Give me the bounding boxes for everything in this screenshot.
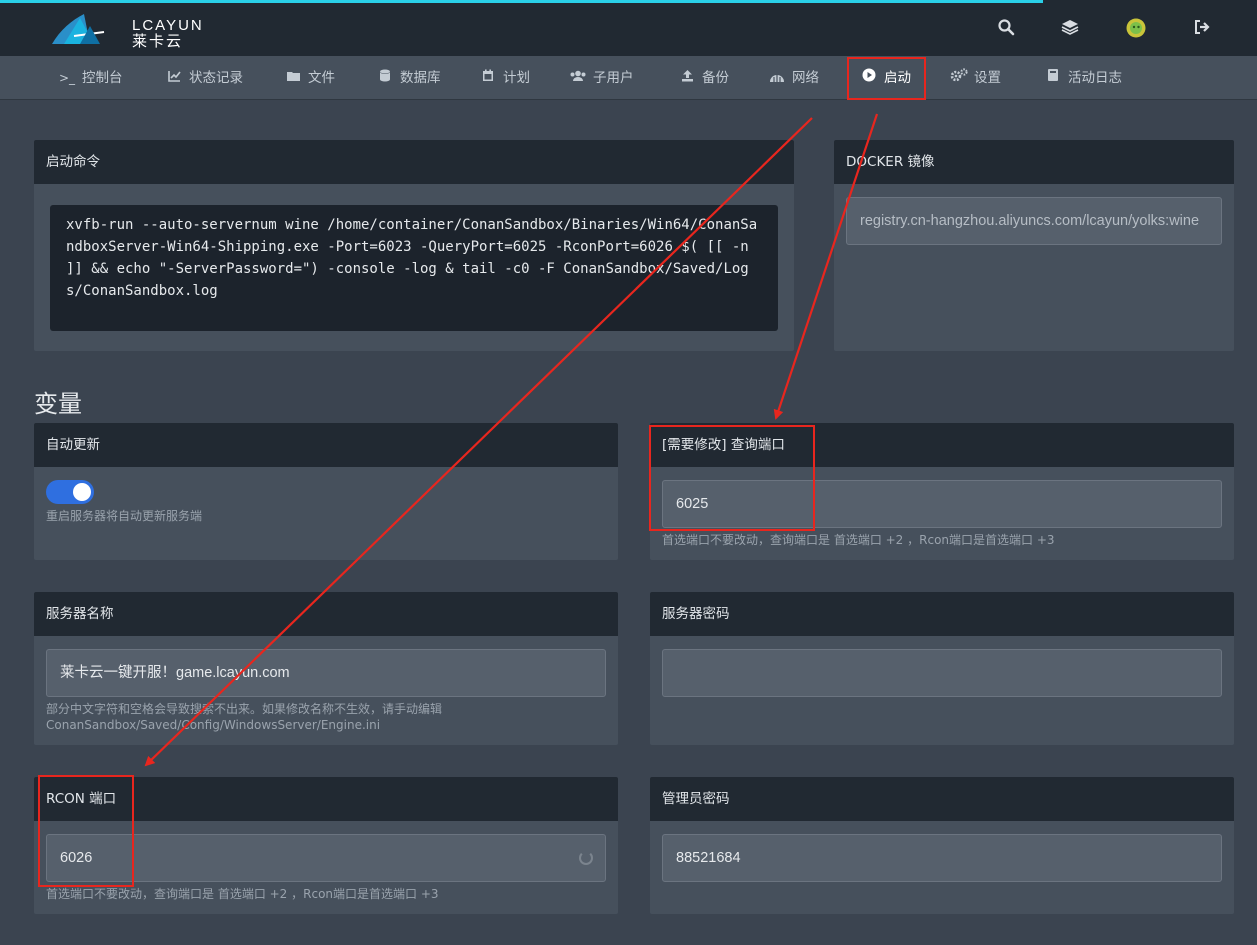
server-nav: >_ 控制台 状态记录 文件 数据库 计划 子用户 备份 网络 启动 设置 活动日… [0,56,1257,100]
highlight-box-rcon-port [38,775,134,887]
logout-icon[interactable] [1192,18,1212,38]
tab-console[interactable]: >_ 控制台 [58,56,123,100]
tab-label: 设置 [974,70,1001,86]
docker-image-select[interactable]: registry.cn-hangzhou.aliyuncs.com/lcayun… [846,197,1222,245]
tab-label: 控制台 [82,70,123,86]
logo-mark-icon [52,14,105,44]
tab-label: 备份 [702,70,729,86]
database-icon [376,56,394,100]
top-bar: LCAYUN 莱卡云 [0,0,1257,56]
card-title: 自动更新 [34,423,618,467]
server-name-description: 部分中文字符和空格会导致搜索不出来。如果修改名称不生效，请手动编辑 ConanS… [46,702,443,732]
avatar[interactable] [1126,18,1146,38]
brand-top: LCAYUN [132,17,204,34]
toggle-knob [73,483,91,501]
tab-label: 网络 [792,70,819,86]
tab-label: 数据库 [400,70,441,86]
highlight-box-query-port [649,425,815,531]
tab-subusers[interactable]: 子用户 [569,56,634,100]
tab-network[interactable]: 网络 [768,56,819,100]
brand-bottom: 莱卡云 [132,33,184,50]
auto-update-card: 自动更新 [34,423,618,560]
tab-schedule[interactable]: 计划 [479,56,530,100]
tab-label: 状态记录 [189,70,243,86]
highlight-box-startup-tab [847,57,926,100]
chart-icon [165,56,183,100]
loading-spinner-icon [579,851,593,865]
folder-icon [284,56,302,100]
tab-database[interactable]: 数据库 [376,56,441,100]
tab-label: 计划 [503,70,530,86]
tab-files[interactable]: 文件 [284,56,335,100]
gears-icon [950,56,968,100]
upload-icon [678,56,696,100]
layers-icon[interactable] [1060,18,1080,38]
variables-title: 变量 [34,390,82,418]
auto-update-toggle[interactable] [46,480,94,504]
docker-image-card: DOCKER 镜像 [834,140,1234,351]
card-title: 管理员密码 [650,777,1234,821]
tab-label: 文件 [308,70,335,86]
card-title: 服务器密码 [650,592,1234,636]
card-title: 启动命令 [34,140,794,184]
auto-update-description: 重启服务器将自动更新服务端 [46,509,203,523]
network-icon [768,56,786,100]
tab-stats[interactable]: 状态记录 [165,56,243,100]
accent-line [0,0,1043,3]
startup-command-text: xvfb-run --auto-servernum wine /home/con… [50,205,778,331]
card-title: DOCKER 镜像 [834,140,1234,184]
admin-password-input[interactable]: 88521684 [662,834,1222,882]
users-icon [569,56,587,100]
card-title: 服务器名称 [34,592,618,636]
tab-label: 活动日志 [1068,70,1122,86]
server-name-input[interactable]: 莱卡云一键开服！game.lcayun.com [46,649,606,697]
calendar-icon [479,56,497,100]
terminal-icon: >_ [58,71,76,85]
startup-command-card: 启动命令 xvfb-run --auto-servernum wine /hom… [34,140,794,351]
book-icon [1044,56,1062,100]
logo[interactable]: LCAYUN 莱卡云 [50,10,202,50]
tab-settings[interactable]: 设置 [950,56,1001,100]
query-port-description: 首选端口不要改动，查询端口是 首选端口 +2 ，Rcon端口是首选端口 +3 [662,533,1055,547]
tab-label: 子用户 [593,70,634,86]
tab-backups[interactable]: 备份 [678,56,729,100]
search-icon[interactable] [996,18,1016,38]
rcon-port-description: 首选端口不要改动，查询端口是 首选端口 +2 ，Rcon端口是首选端口 +3 [46,887,439,901]
server-password-input[interactable] [662,649,1222,697]
tab-activity-log[interactable]: 活动日志 [1044,56,1122,100]
